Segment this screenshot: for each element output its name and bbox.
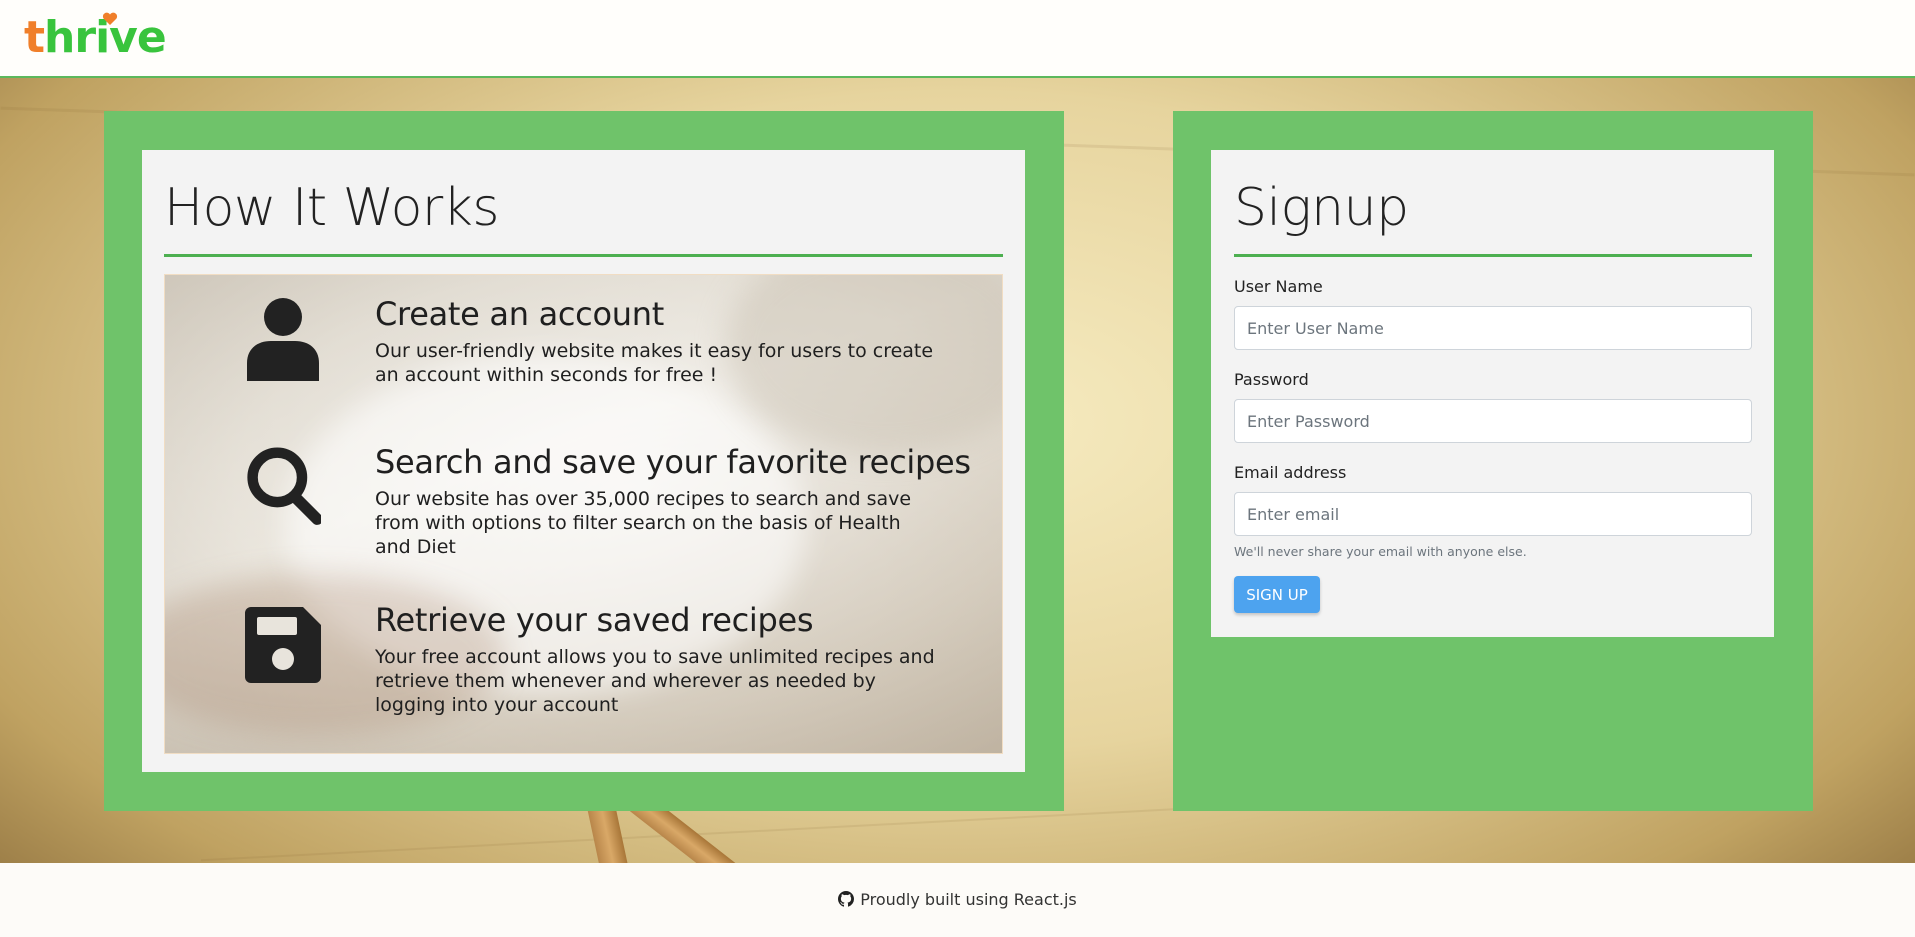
user-icon: [247, 298, 319, 381]
footer-text: Proudly built using React.js: [860, 889, 1077, 909]
username-input[interactable]: [1234, 306, 1752, 350]
how-it-works-divider: [164, 254, 1003, 257]
navbar: thrive: [0, 0, 1915, 78]
feature-description: Your free account allows you to save unl…: [375, 646, 935, 716]
save-icon: [245, 607, 321, 683]
search-icon: [247, 447, 321, 525]
feature-description: Our user-friendly website makes it easy …: [375, 340, 934, 386]
github-icon: [838, 891, 855, 907]
how-it-works-title: How It Works: [164, 178, 500, 238]
signup-card: Signup: [1211, 150, 1774, 637]
how-it-works-steps: Create an account Our user-friendly webs…: [164, 274, 1003, 754]
feature-title: Create an account: [375, 295, 664, 333]
feature-title: Retrieve your saved recipes: [375, 601, 814, 639]
logo-letter-t: t: [24, 12, 45, 63]
footer: Proudly built using React.js: [0, 863, 1915, 937]
email-input[interactable]: [1234, 492, 1752, 536]
feature-description: Our website has over 35,000 recipes to s…: [375, 488, 912, 558]
username-label: User Name: [1234, 277, 1323, 296]
signup-title: Signup: [1234, 178, 1409, 238]
email-help-text: We'll never share your email with anyone…: [1234, 544, 1527, 559]
feature-title: Search and save your favorite recipes: [375, 443, 971, 481]
signup-button[interactable]: Sign Up: [1234, 576, 1320, 613]
password-input[interactable]: [1234, 399, 1752, 443]
email-label: Email address: [1234, 463, 1347, 482]
footer-credit[interactable]: Proudly built using React.js: [838, 890, 1077, 909]
password-label: Password: [1234, 370, 1309, 389]
thrive-logo[interactable]: thrive: [24, 8, 167, 68]
heart-icon: [102, 12, 118, 25]
signup-divider: [1234, 254, 1752, 257]
